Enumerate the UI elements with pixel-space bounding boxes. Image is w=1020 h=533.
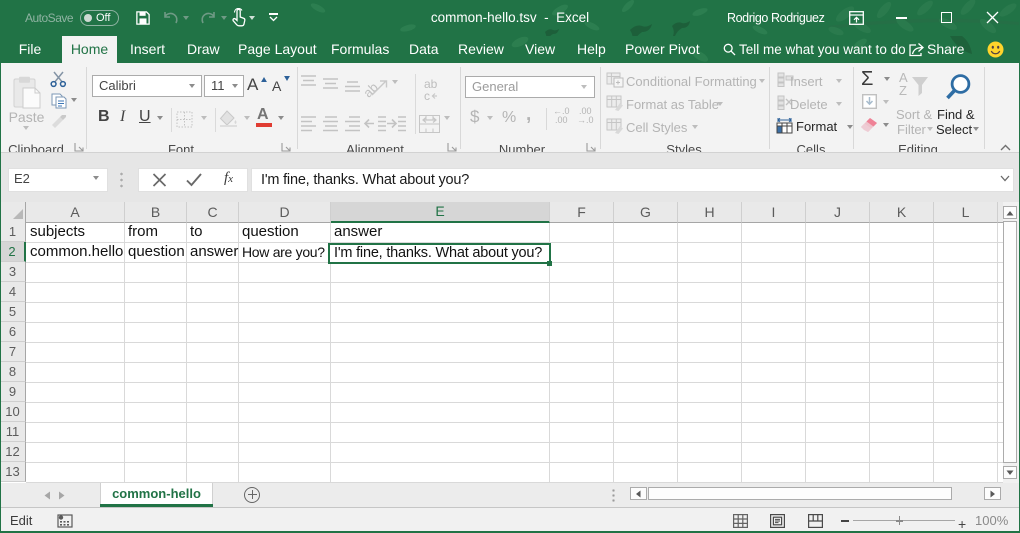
svg-text:c: c — [424, 89, 430, 103]
